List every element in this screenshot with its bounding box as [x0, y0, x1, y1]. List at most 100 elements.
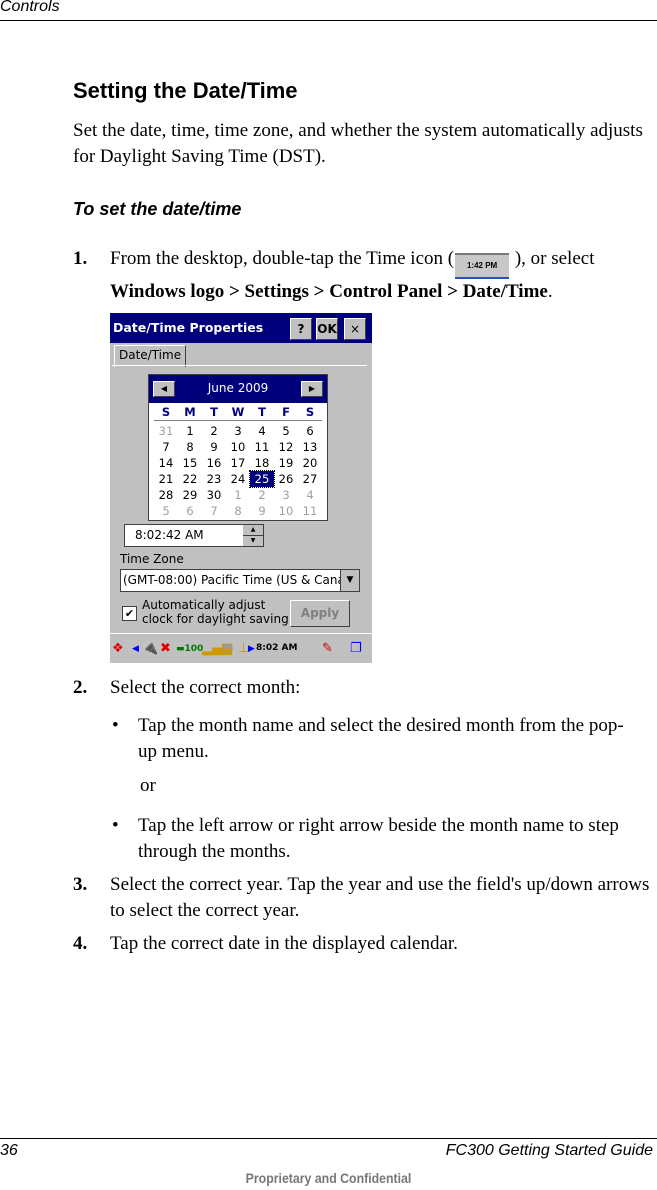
bullet-text: Tap the month name and select the desire… [138, 715, 624, 762]
calendar-day[interactable]: 1 [178, 423, 202, 439]
bullet-icon: • [112, 715, 119, 736]
calendar-day[interactable]: 5 [154, 503, 178, 519]
calendar-day[interactable]: 27 [298, 471, 322, 487]
taskbar: ❖ ◀ 🔌 ✖ ▬100 ▂▄▆ ◓ ⊥ ▶ 8:02 AM ✎ ❐ [110, 633, 372, 663]
step-text: Tap the correct date in the displayed ca… [110, 933, 458, 954]
calendar-day[interactable]: 11 [250, 439, 274, 455]
close-button[interactable]: × [344, 318, 366, 340]
calendar-day[interactable]: 3 [226, 423, 250, 439]
calendar-day[interactable]: 8 [226, 503, 250, 519]
step-text-part: From the desktop, double-tap the Time ic… [110, 248, 455, 269]
weekday-label: M [184, 405, 196, 419]
dst-label-line: clock for daylight saving [142, 612, 289, 626]
guide-title: FC300 Getting Started Guide [445, 1142, 653, 1159]
calendar-day[interactable]: 6 [178, 503, 202, 519]
step-text-part: ), or select [510, 248, 595, 269]
spin-up-icon[interactable]: ▲ [243, 525, 263, 536]
calendar-day[interactable]: 31 [154, 423, 178, 439]
dst-label: Automatically adjust clock for daylight … [142, 598, 289, 626]
footer-rule [0, 1138, 657, 1139]
calendar-divider [154, 420, 322, 421]
calendar-day[interactable]: 17 [226, 455, 250, 471]
weekday-label: T [258, 405, 266, 419]
section-title: Controls [0, 0, 60, 15]
time-spinner[interactable]: ▲ ▼ [243, 525, 263, 547]
calendar-day[interactable]: 8 [178, 439, 202, 455]
calendar-day[interactable]: 22 [178, 471, 202, 487]
power-plug-icon: 🔌 [142, 641, 159, 656]
calendar-day[interactable]: 2 [202, 423, 226, 439]
windows-logo-icon[interactable]: ❖ [112, 640, 124, 658]
timezone-select[interactable]: (GMT-08:00) Pacific Time (US & Canada) ▼ [120, 569, 360, 592]
step-number: 4. [73, 933, 88, 954]
scroll-right-icon[interactable]: ▶ [248, 640, 255, 658]
calendar-day[interactable]: 15 [178, 455, 202, 471]
weekday-label: F [282, 405, 290, 419]
weekday-label: S [305, 405, 315, 419]
bluetooth-device-icon: ◓ [222, 641, 234, 656]
scroll-left-icon[interactable]: ◀ [132, 640, 139, 658]
calendar: ◀ June 2009 ▶ SMTWTFS 31 1 2 3 4 5 6 7 8 9 10 11 12 1… [148, 374, 328, 521]
calendar-day-selected[interactable]: 25 [249, 470, 275, 488]
network-disconnected-icon: ✖ [160, 641, 171, 656]
calendar-day[interactable]: 29 [178, 487, 202, 503]
calendar-day[interactable]: 2 [250, 487, 274, 503]
intro-paragraph: Set the date, time, time zone, and wheth… [73, 120, 643, 167]
window-titlebar: Date/Time Properties ? OK × [110, 313, 372, 343]
step-text: Select the correct month: [110, 677, 301, 698]
calendar-day[interactable]: 13 [298, 439, 322, 455]
calendar-day[interactable]: 1 [226, 487, 250, 503]
calendar-day[interactable]: 7 [202, 503, 226, 519]
calendar-day[interactable]: 28 [154, 487, 178, 503]
calendar-day[interactable]: 10 [274, 503, 298, 519]
time-value: 8:02:42 AM [135, 528, 204, 542]
header-rule [0, 20, 657, 21]
calendar-day[interactable]: 5 [274, 423, 298, 439]
apply-button[interactable]: Apply [290, 600, 350, 627]
calendar-day[interactable]: 19 [274, 455, 298, 471]
help-button[interactable]: ? [290, 318, 312, 340]
calendar-day[interactable]: 20 [298, 455, 322, 471]
spin-down-icon[interactable]: ▼ [243, 536, 263, 547]
calendar-day[interactable]: 4 [250, 423, 274, 439]
taskbar-clock[interactable]: 8:02 AM [256, 643, 297, 653]
weekday-label: S [161, 405, 171, 419]
next-month-button[interactable]: ▶ [301, 381, 323, 397]
menu-path: Windows logo > Settings > Control Panel … [110, 281, 548, 302]
desktop-windows-icon[interactable]: ❐ [350, 640, 362, 658]
timezone-label: Time Zone [120, 552, 184, 566]
calendar-day[interactable]: 24 [226, 471, 250, 487]
ok-button[interactable]: OK [316, 318, 338, 340]
calendar-day[interactable]: 9 [250, 503, 274, 519]
window-title: Date/Time Properties [113, 320, 264, 335]
calendar-day[interactable]: 23 [202, 471, 226, 487]
chevron-down-icon[interactable]: ▼ [340, 570, 359, 591]
time-input[interactable]: 8:02:42 AM ▲ ▼ [124, 524, 264, 547]
page-title: Setting the Date/Time [73, 78, 298, 103]
bullet-text: Tap the left arrow or right arrow beside… [138, 815, 619, 862]
calendar-day[interactable]: 26 [274, 471, 298, 487]
calendar-day[interactable]: 18 [250, 455, 274, 471]
calendar-day[interactable]: 3 [274, 487, 298, 503]
calendar-header: ◀ June 2009 ▶ [149, 375, 327, 403]
step-number: 1. [73, 248, 88, 269]
step-number: 3. [73, 874, 88, 895]
input-panel-icon[interactable]: ✎ [322, 640, 333, 658]
time-icon: 1:42 PM [455, 253, 510, 279]
calendar-day[interactable]: 30 [202, 487, 226, 503]
calendar-day[interactable]: 14 [154, 455, 178, 471]
dst-checkbox[interactable]: ✔ [122, 606, 137, 621]
step-text: Select the correct year. Tap the year an… [110, 874, 650, 921]
calendar-day[interactable]: 11 [298, 503, 322, 519]
calendar-day[interactable]: 6 [298, 423, 322, 439]
calendar-day[interactable]: 10 [226, 439, 250, 455]
bullet-icon: • [112, 815, 119, 836]
calendar-day[interactable]: 4 [298, 487, 322, 503]
calendar-day[interactable]: 7 [154, 439, 178, 455]
calendar-day[interactable]: 21 [154, 471, 178, 487]
calendar-day[interactable]: 9 [202, 439, 226, 455]
or-text: or [140, 775, 156, 796]
calendar-day[interactable]: 16 [202, 455, 226, 471]
tab-date-time[interactable]: Date/Time [114, 345, 187, 367]
calendar-day[interactable]: 12 [274, 439, 298, 455]
